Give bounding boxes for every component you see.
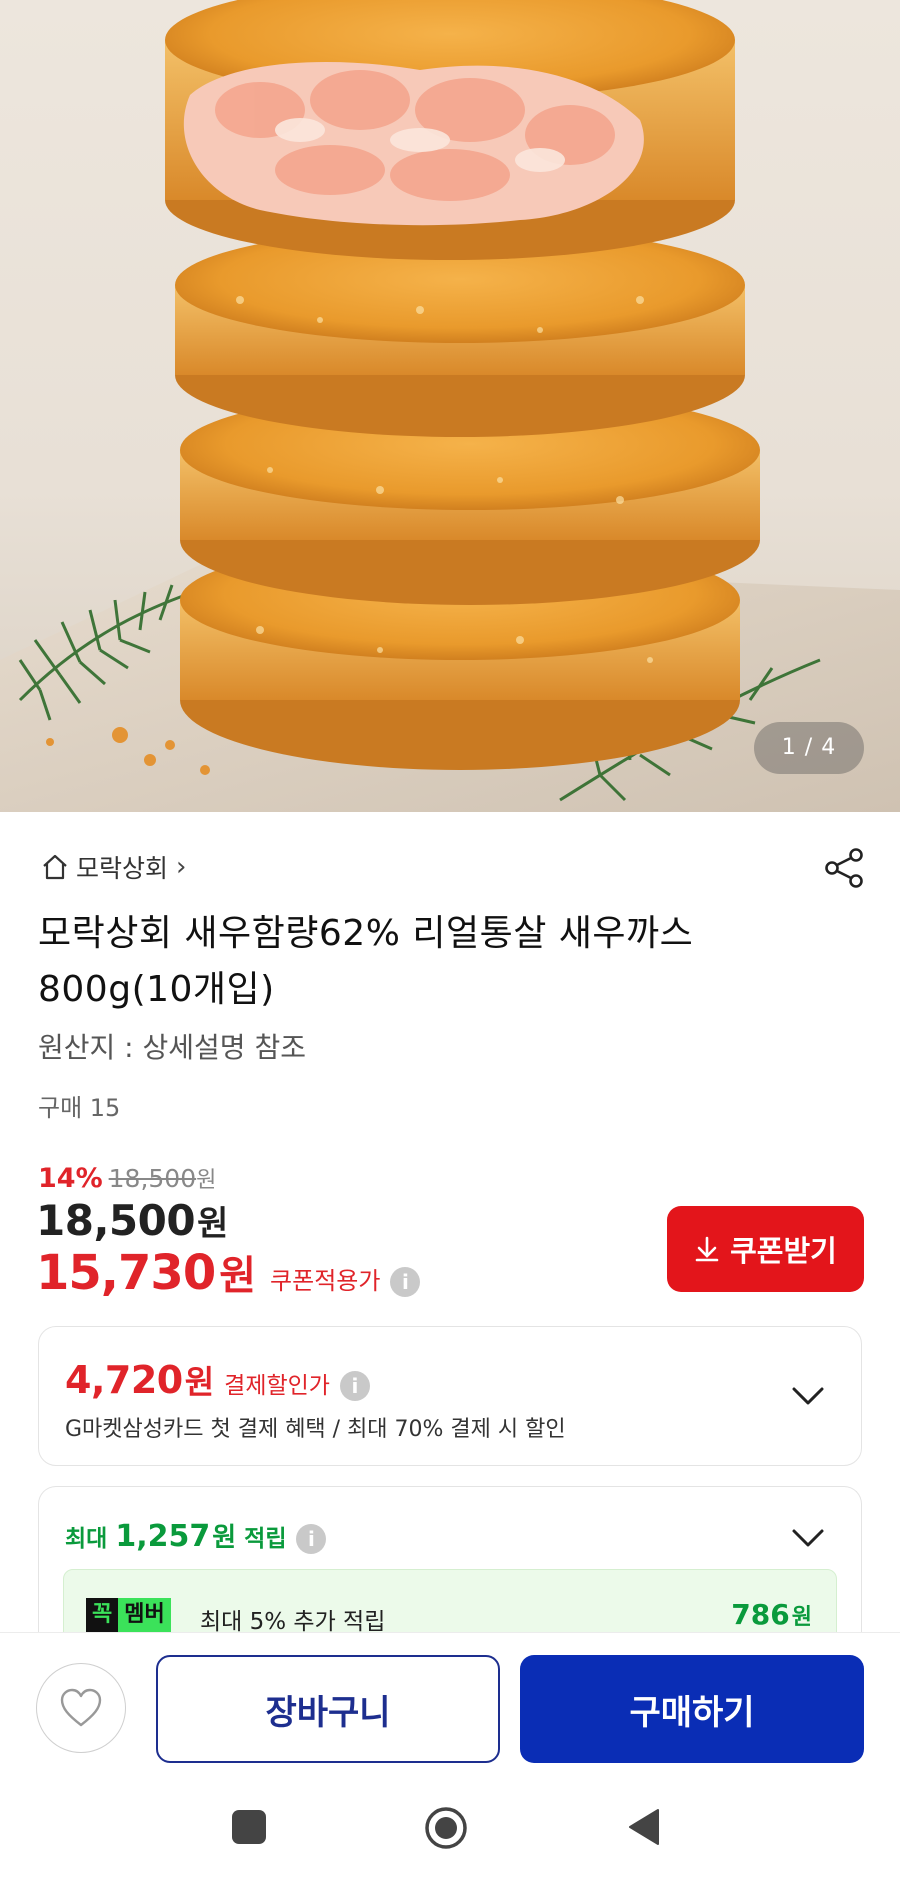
coupon-price: 15,730 원 쿠폰적용가 i — [36, 1243, 421, 1301]
discount-line: 14% 18,500 원 — [38, 1162, 216, 1194]
payment-description: G마켓삼성카드 첫 결제 혜택 / 최대 70% 결제 시 할인 — [65, 1417, 566, 1442]
coupon-price-label: 쿠폰적용가 — [270, 1267, 381, 1295]
member-benefit-text: 최대 5% 추가 적립 — [200, 1609, 386, 1635]
image-counter: 1 / 4 — [754, 722, 864, 774]
bottom-action-bar: 장바구니 구매하기 — [0, 1632, 900, 1783]
heart-icon — [60, 1688, 102, 1727]
points-won: 원 — [212, 1523, 237, 1553]
points-prefix: 최대 — [65, 1526, 108, 1552]
origin-info: 원산지 : 상세설명 참조 — [38, 1031, 306, 1064]
share-icon[interactable] — [822, 846, 866, 890]
shrimp-cutlet-illustration — [0, 0, 900, 812]
sale-price: 18,500 원 — [36, 1196, 228, 1245]
info-icon[interactable]: i — [296, 1524, 327, 1554]
product-title: 모락상회 새우함량62% 리얼통살 새우까스 800g(10개입) — [38, 913, 694, 1010]
sale-price-value: 18,500 — [36, 1196, 196, 1245]
member-badge-right: 멤버 — [118, 1598, 171, 1632]
coupon-price-value: 15,730 — [36, 1245, 216, 1301]
chevron-right-icon: › — [176, 852, 187, 882]
back-icon[interactable] — [626, 1807, 662, 1847]
sale-price-won: 원 — [197, 1204, 229, 1244]
chevron-down-icon[interactable] — [791, 1385, 825, 1407]
buy-now-button[interactable]: 구매하기 — [520, 1655, 864, 1763]
payment-price-won: 원 — [184, 1363, 215, 1401]
download-icon — [695, 1236, 719, 1262]
original-price: 18,500 — [108, 1164, 197, 1193]
wishlist-button[interactable] — [36, 1663, 126, 1753]
points-summary: 최대 1,257 원 적립 i — [65, 1517, 327, 1554]
chevron-down-icon[interactable] — [791, 1527, 825, 1549]
payment-discount-card[interactable]: 4,720 원 결제할인가 i G마켓삼성카드 첫 결제 혜택 / 최대 70%… — [38, 1326, 862, 1466]
payment-price-value: 4,720 — [65, 1358, 183, 1402]
member-benefit-value: 786 원 — [731, 1598, 812, 1631]
member-badge-left: 꼭 — [86, 1598, 119, 1632]
home-icon — [43, 854, 67, 880]
points-label: 적립 — [244, 1526, 287, 1552]
payment-price: 4,720 원 결제할인가 i — [65, 1357, 370, 1403]
store-link[interactable]: 모락상회 › — [40, 848, 186, 886]
home-button-icon[interactable] — [424, 1806, 468, 1850]
add-to-cart-button[interactable]: 장바구니 — [156, 1655, 500, 1763]
get-coupon-button[interactable]: 쿠폰받기 — [667, 1206, 864, 1292]
product-image[interactable]: 1 / 4 — [0, 0, 900, 812]
member-badge: 꼭 멤버 — [86, 1598, 171, 1632]
recent-apps-icon[interactable] — [232, 1810, 266, 1844]
purchase-count: 구매 15 — [38, 1094, 121, 1122]
member-value-won: 원 — [791, 1605, 812, 1630]
info-icon[interactable]: i — [339, 1371, 370, 1401]
points-value: 1,257 — [115, 1519, 211, 1554]
coupon-price-won: 원 — [219, 1253, 257, 1299]
system-navigation-bar — [0, 1782, 900, 1890]
payment-price-label: 결제할인가 — [224, 1373, 330, 1399]
info-icon[interactable]: i — [390, 1267, 421, 1297]
original-price-won: 원 — [196, 1168, 217, 1193]
discount-percent: 14% — [38, 1163, 103, 1194]
member-value: 786 — [731, 1598, 790, 1631]
get-coupon-label: 쿠폰받기 — [730, 1234, 837, 1268]
store-name: 모락상회 — [76, 854, 169, 883]
